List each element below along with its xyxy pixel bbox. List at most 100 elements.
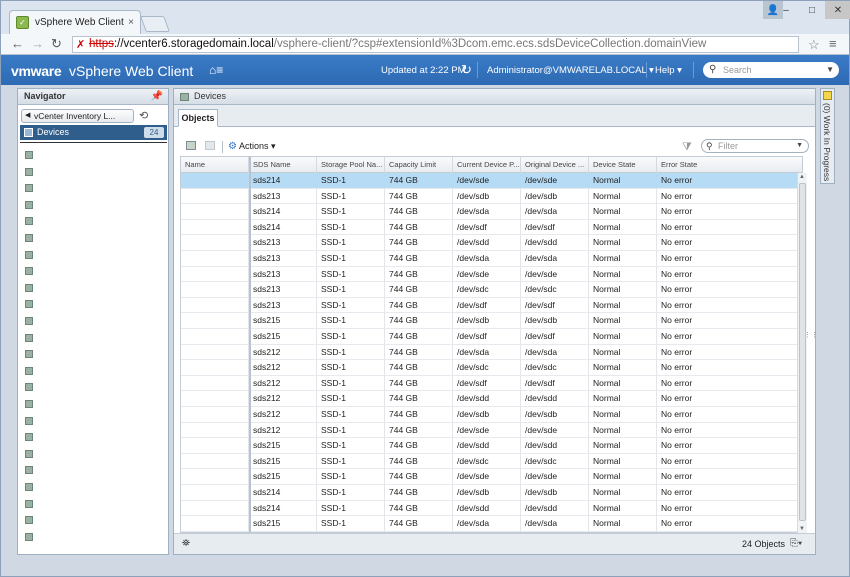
table-row[interactable]: sds215 SSD-1 744 GB/dev/sdb/dev/sdb Normal N…: [181, 313, 802, 329]
reload-icon[interactable]: ↻: [51, 37, 62, 51]
column-header[interactable]: Capacity Limit: [385, 157, 453, 173]
column-header[interactable]: Name: [181, 157, 249, 173]
inventory-item-icon[interactable]: [25, 333, 33, 342]
table-cell: No error: [657, 189, 802, 204]
devices-icon: [24, 128, 33, 137]
back-icon[interactable]: ←: [11, 37, 24, 51]
chevron-down-icon[interactable]: ▼: [796, 140, 803, 152]
table-row[interactable]: sds215 SSD-1 744 GB/dev/sdf/dev/sdf Normal N…: [181, 329, 802, 345]
export-icon[interactable]: ⎘▾: [790, 538, 802, 549]
table-row[interactable]: sds212 SSD-1 744 GB/dev/sdb/dev/sdb Normal N…: [181, 407, 802, 423]
column-header[interactable]: Device State: [589, 157, 657, 173]
bookmark-star-icon[interactable]: ☆: [808, 37, 820, 53]
inventory-item-icon[interactable]: [25, 532, 33, 541]
minimize-icon[interactable]: –: [773, 1, 799, 19]
table-row[interactable]: sds212 SSD-1 744 GB/dev/sdf/dev/sdf Normal N…: [181, 375, 802, 392]
table-row[interactable]: sds213 SSD-1 744 GB/dev/sde/dev/sde Normal N…: [181, 266, 802, 283]
inventory-item-icon[interactable]: [25, 250, 33, 259]
table-row[interactable]: sds215 SSD-1 744 GB/dev/sda/dev/sda Normal N…: [181, 516, 802, 532]
global-search-input[interactable]: ⚲ Search ▼: [703, 62, 839, 78]
pane-splitter-handle[interactable]: ⋮⋮: [804, 331, 818, 339]
add-device-icon[interactable]: [186, 141, 196, 150]
inventory-item-icon[interactable]: [25, 416, 33, 425]
table-row[interactable]: sds214 SSD-1 744 GB/dev/sda/dev/sda Normal N…: [181, 204, 802, 220]
inventory-item-icon[interactable]: [25, 200, 33, 209]
inventory-item-icon[interactable]: [25, 466, 33, 475]
table-row[interactable]: sds213 SSD-1 744 GB/dev/sdf/dev/sdf Normal N…: [181, 297, 802, 314]
inventory-item-icon[interactable]: [25, 433, 33, 442]
close-window-icon[interactable]: ✕: [825, 1, 850, 19]
column-header[interactable]: Storage Pool Na...: [317, 157, 385, 173]
binoculars-icon[interactable]: ⛯: [182, 538, 190, 549]
table-row[interactable]: sds213 SSD-1 744 GB/dev/sdc/dev/sdc Normal N…: [181, 282, 802, 298]
inventory-item-icon[interactable]: [25, 383, 33, 392]
inventory-item-icon[interactable]: [25, 184, 33, 193]
table-row[interactable]: sds215 SSD-1 744 GB/dev/sdd/dev/sdd Normal N…: [181, 438, 802, 454]
table-row[interactable]: sds212 SSD-1 744 GB/dev/sdd/dev/sdd Normal N…: [181, 391, 802, 407]
sidebar-item-devices[interactable]: Devices 24: [20, 125, 167, 140]
inventory-item-icon[interactable]: [25, 317, 33, 325]
column-lock-divider[interactable]: [249, 157, 251, 532]
chevron-down-icon[interactable]: ▼: [826, 62, 834, 78]
inventory-item-icon[interactable]: [25, 366, 33, 375]
scroll-up-icon[interactable]: ▲: [799, 174, 805, 180]
user-menu[interactable]: Administrator@VMWARELAB.LOCAL ▾: [487, 65, 654, 76]
forward-icon[interactable]: →: [31, 37, 44, 51]
column-header[interactable]: Original Device ...: [521, 157, 589, 173]
inventory-item-icon[interactable]: [25, 350, 33, 359]
table-row[interactable]: sds212 SSD-1 744 GB/dev/sde/dev/sde Normal N…: [181, 422, 802, 439]
table-row[interactable]: sds214 SSD-1 744 GB/dev/sde/dev/sde Normal N…: [181, 173, 802, 189]
breadcrumb-back-button[interactable]: ◀ vCenter Inventory L...: [21, 109, 134, 123]
new-tab-button[interactable]: [140, 16, 170, 32]
table-row[interactable]: sds214 SSD-1 744 GB/dev/sdf/dev/sdf Normal N…: [181, 219, 802, 236]
browser-window: ✓ vSphere Web Client × 👤 – □ ✕ ← → ↻ ✗ ht…: [0, 0, 850, 577]
inventory-item-icon[interactable]: [25, 300, 33, 309]
column-header[interactable]: Current Device P...: [453, 157, 521, 173]
table-row[interactable]: sds214 SSD-1 744 GB/dev/sdb/dev/sdb Normal N…: [181, 485, 802, 501]
actions-menu[interactable]: ⚙ Actions ▾: [228, 141, 276, 152]
column-header[interactable]: Error State: [657, 157, 802, 173]
url-input[interactable]: ✗ https://vcenter6.storagedomain.local/vs…: [72, 36, 799, 53]
table-row[interactable]: sds212 SSD-1 744 GB/dev/sda/dev/sda Normal N…: [181, 344, 802, 361]
table-cell: SSD-1: [317, 407, 385, 422]
inventory-item-icon[interactable]: [25, 516, 33, 525]
table-row[interactable]: sds215 SSD-1 744 GB/dev/sde/dev/sde Normal N…: [181, 469, 802, 485]
filter-input[interactable]: ⚲ Filter ▼: [701, 139, 809, 153]
inventory-item-icon[interactable]: [25, 234, 33, 242]
table-cell: sds215: [249, 329, 317, 344]
remove-device-icon[interactable]: [205, 141, 215, 150]
inventory-item-icon[interactable]: [25, 499, 33, 508]
inventory-item-icon[interactable]: [25, 283, 33, 292]
table-row[interactable]: sds213 SSD-1 744 GB/dev/sdb/dev/sdb Normal N…: [181, 188, 802, 205]
tab-objects[interactable]: Objects: [178, 109, 218, 127]
inventory-item-icon[interactable]: [25, 267, 33, 276]
tab-close-icon[interactable]: ×: [128, 17, 134, 28]
work-in-progress-tab[interactable]: (0) Work In Progress: [820, 88, 835, 184]
table-row[interactable]: sds215 SSD-1 744 GB/dev/sdc/dev/sdc Normal N…: [181, 453, 802, 470]
inventory-item-icon[interactable]: [25, 400, 33, 408]
inventory-item-icon[interactable]: [25, 217, 33, 226]
maximize-icon[interactable]: □: [799, 1, 825, 19]
refresh-icon[interactable]: ↻: [461, 62, 472, 78]
help-menu[interactable]: Help ▾: [655, 65, 682, 76]
scrollbar-thumb[interactable]: [799, 183, 806, 521]
inventory-item-icon[interactable]: [25, 151, 33, 159]
filter-funnel-icon[interactable]: ⧩: [682, 141, 692, 154]
vertical-scrollbar[interactable]: ▲ ▼: [797, 173, 807, 533]
inventory-item-icon[interactable]: [25, 483, 33, 491]
column-header[interactable]: SDS Name: [249, 157, 317, 173]
scroll-down-icon[interactable]: ▼: [799, 526, 805, 532]
table-row[interactable]: sds213 SSD-1 744 GB/dev/sda/dev/sda Normal N…: [181, 251, 802, 267]
table-row[interactable]: sds214 SSD-1 744 GB/dev/sdd/dev/sdd Normal N…: [181, 500, 802, 517]
home-menu-icon[interactable]: ⌂≡: [209, 63, 223, 77]
table-cell: 744 GB: [385, 344, 453, 360]
table-header: Name SDS Name Storage Pool Na... Capacity L…: [181, 157, 802, 173]
browser-menu-icon[interactable]: ≡: [829, 36, 837, 51]
table-row[interactable]: sds212 SSD-1 744 GB/dev/sdc/dev/sdc Normal N…: [181, 360, 802, 376]
inventory-item-icon[interactable]: [25, 167, 33, 176]
history-icon[interactable]: ⟲: [139, 109, 148, 122]
browser-tab[interactable]: ✓ vSphere Web Client ×: [9, 10, 141, 34]
table-row[interactable]: sds213 SSD-1 744 GB/dev/sdd/dev/sdd Normal N…: [181, 235, 802, 251]
inventory-item-icon[interactable]: [25, 449, 33, 458]
pin-icon[interactable]: 📌: [151, 89, 163, 104]
